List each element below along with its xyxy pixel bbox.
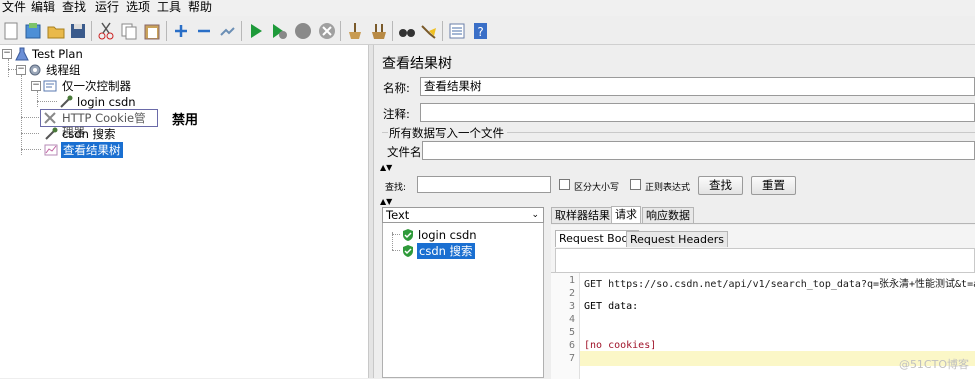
reset-button[interactable]: 重置 xyxy=(751,176,796,195)
toolbar-separator xyxy=(241,21,242,41)
toolbar-separator xyxy=(340,21,341,41)
regex-label: 正则表达式 xyxy=(645,183,691,193)
menu-run[interactable]: 运行 xyxy=(95,0,119,15)
line-number: 4 xyxy=(568,314,575,325)
gear-icon xyxy=(29,64,41,76)
name-label: 名称: xyxy=(383,81,410,95)
line-number: 7 xyxy=(568,353,575,364)
toolbar-separator xyxy=(91,21,92,41)
toolbar-separator xyxy=(442,21,443,41)
collapse-toggle[interactable]: − xyxy=(16,65,26,75)
toggle-icon[interactable] xyxy=(218,22,236,40)
comment-field[interactable] xyxy=(420,103,975,122)
menu-tools[interactable]: 工具 xyxy=(157,0,181,15)
test-plan-tree: − Test Plan − 线程组 − 仅一次控制器 login csdn HT… xyxy=(0,45,368,378)
renderer-value: Text xyxy=(386,208,410,222)
help-icon[interactable]: ? xyxy=(472,22,490,40)
save-icon[interactable] xyxy=(69,22,87,40)
renderer-select[interactable]: Text ⌄ xyxy=(382,207,544,223)
templates-icon[interactable] xyxy=(24,22,42,40)
search-button[interactable]: 查找 xyxy=(698,176,743,195)
expand-icon[interactable] xyxy=(172,22,190,40)
regex-checkbox[interactable] xyxy=(630,179,641,190)
divider-arrows-icon[interactable]: ▲▼ xyxy=(380,163,392,172)
code-line-no-cookies: [no cookies] xyxy=(584,340,657,351)
controller-icon xyxy=(43,80,57,92)
tab-request[interactable]: 请求 xyxy=(611,206,641,223)
results-tree-panel: 查看结果树 名称: 查看结果树 注释: 所有数据写入一个文件 文件名 ▲▼ 查找… xyxy=(374,45,975,379)
toolbar-separator xyxy=(166,21,167,41)
flask-icon xyxy=(15,47,29,61)
collapse-toggle[interactable]: − xyxy=(2,49,12,59)
clear-icon[interactable] xyxy=(346,22,364,40)
collapse-toggle[interactable]: − xyxy=(31,81,41,91)
menu-search[interactable]: 查找 xyxy=(62,0,86,15)
case-sensitive-label: 区分大小写 xyxy=(574,183,620,193)
comment-label: 注释: xyxy=(383,107,410,121)
tree-label: login csdn xyxy=(77,95,136,109)
search-icon[interactable] xyxy=(398,22,416,40)
subtab-request-headers[interactable]: Request Headers xyxy=(626,231,728,247)
shutdown-icon[interactable] xyxy=(318,22,336,40)
line-number: 5 xyxy=(568,327,575,338)
search-input[interactable] xyxy=(417,176,551,193)
reset-search-icon[interactable] xyxy=(420,22,438,40)
menu-help[interactable]: 帮助 xyxy=(188,0,212,15)
tree-label: csdn 搜索 xyxy=(62,127,116,141)
line-number: 6 xyxy=(568,340,575,351)
name-field[interactable]: 查看结果树 xyxy=(420,77,975,96)
listener-graph-icon xyxy=(44,144,58,156)
line-number: 3 xyxy=(568,301,575,312)
menu-edit[interactable]: 编辑 xyxy=(31,0,55,15)
file-group-title: 所有数据写入一个文件 xyxy=(389,126,504,140)
filename-field[interactable] xyxy=(422,141,975,160)
toolbar-separator xyxy=(392,21,393,41)
divider-arrows-icon[interactable]: ▲▼ xyxy=(380,197,392,206)
open-icon[interactable] xyxy=(47,22,65,40)
clear-all-icon[interactable] xyxy=(370,22,388,40)
line-number: 2 xyxy=(568,288,575,299)
toolbar: ? xyxy=(0,17,975,45)
stop-icon[interactable] xyxy=(294,22,312,40)
tab-response-data[interactable]: 响应数据 xyxy=(642,207,694,223)
sampler-pipette-icon xyxy=(60,95,73,108)
svg-text:?: ? xyxy=(477,25,483,39)
paste-icon[interactable] xyxy=(143,22,161,40)
menu-file[interactable]: 文件 xyxy=(2,0,26,15)
start-icon[interactable] xyxy=(247,22,265,40)
tree-label: 查看结果树 xyxy=(61,142,123,158)
search-label: 查找: xyxy=(385,183,407,193)
tree-label: Test Plan xyxy=(32,47,83,61)
result-label: csdn 搜索 xyxy=(417,243,475,259)
line-number: 1 xyxy=(568,275,575,286)
copy-icon[interactable] xyxy=(120,22,138,40)
menu-bar: 文件 编辑 查找 运行 选项 工具 帮助 xyxy=(0,0,975,16)
tree-label: 线程组 xyxy=(46,63,81,77)
file-label: 文件名 xyxy=(387,145,422,159)
menu-options[interactable]: 选项 xyxy=(126,0,150,15)
new-icon[interactable] xyxy=(2,22,20,40)
success-shield-icon xyxy=(403,229,413,241)
case-sensitive-checkbox[interactable] xyxy=(559,179,570,190)
panel-title: 查看结果树 xyxy=(382,56,452,72)
cut-icon[interactable] xyxy=(97,22,115,40)
tree-item-cookie-manager[interactable]: HTTP Cookie管理器 xyxy=(40,109,158,139)
watermark: @51CTO博客 xyxy=(898,358,969,371)
collapse-icon[interactable] xyxy=(195,22,213,40)
tab-sampler-result[interactable]: 取样器结果 xyxy=(551,207,614,223)
sampler-pipette-icon xyxy=(45,127,58,140)
sample-result-list: login csdn csdn 搜索 xyxy=(382,207,544,378)
success-shield-icon xyxy=(403,245,413,257)
result-label: login csdn xyxy=(418,228,477,242)
code-line-url: GET https://so.csdn.net/api/v1/search_to… xyxy=(584,279,975,290)
disabled-cross-icon xyxy=(44,112,56,124)
tree-label: 仅一次控制器 xyxy=(62,79,131,93)
code-line-get-data: GET data: xyxy=(584,301,639,312)
chevron-down-icon: ⌄ xyxy=(531,210,539,220)
function-helper-icon[interactable] xyxy=(448,22,466,40)
disabled-annotation: 禁用 xyxy=(172,113,199,128)
start-no-pause-icon[interactable] xyxy=(270,22,288,40)
